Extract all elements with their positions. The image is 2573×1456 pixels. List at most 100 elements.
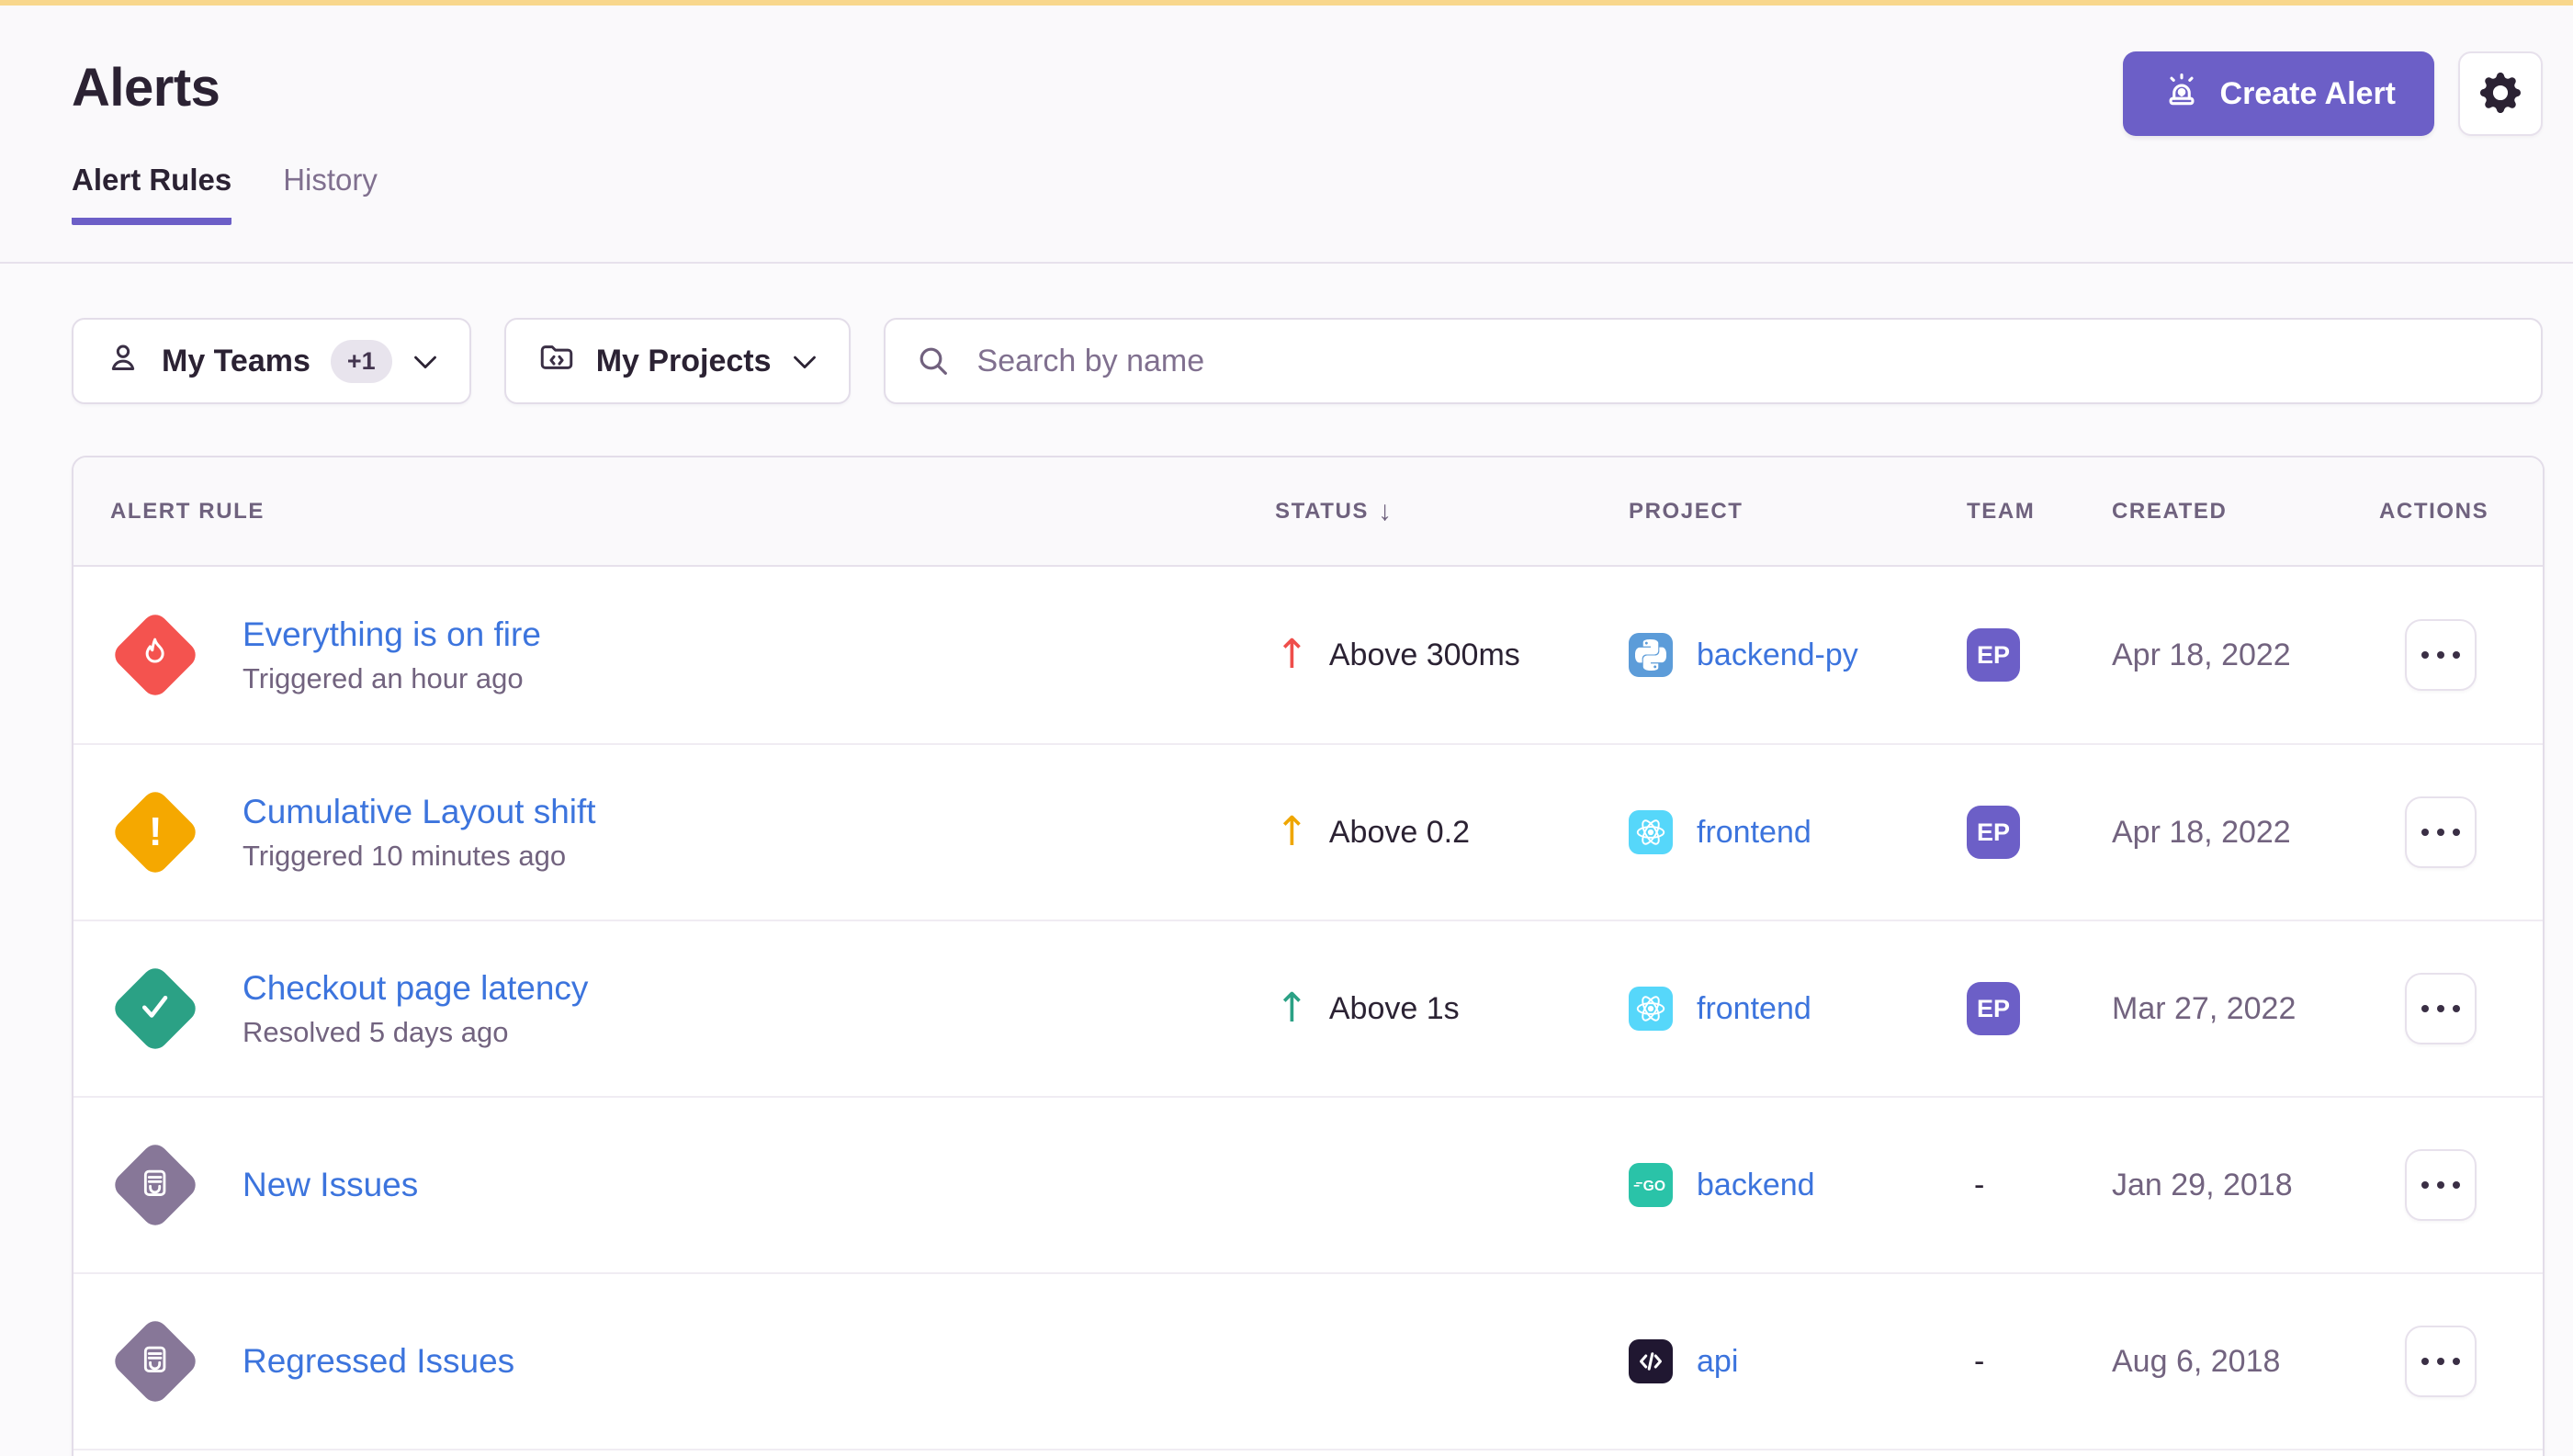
search-field-wrap (884, 318, 2543, 404)
platform-icon: GO (1629, 987, 1673, 1031)
actions-cell (2379, 1326, 2506, 1397)
project-cell: GO api (1629, 1339, 1967, 1383)
project-link[interactable]: frontend (1697, 815, 1811, 851)
column-header-actions: Actions (2379, 499, 2506, 525)
status-text: Above 0.2 (1329, 815, 1470, 851)
alert-rule-link[interactable]: Regressed Issues (243, 1342, 514, 1381)
svg-text:GO: GO (1643, 1179, 1665, 1194)
status-cell: ↑ Above 0.2 (1275, 812, 1629, 852)
alert-rule-link[interactable]: Checkout page latency (243, 969, 588, 1008)
teams-filter-label: My Teams (162, 344, 310, 379)
python-icon (1635, 639, 1666, 671)
column-header-status[interactable]: Status ↓ (1275, 496, 1629, 527)
project-cell: GO frontend (1629, 810, 1967, 854)
row-actions-button[interactable] (2405, 1149, 2477, 1221)
created-date: Apr 18, 2022 (2112, 638, 2379, 673)
page-header: Alerts Create Alert (0, 6, 2573, 264)
alert-rules-table: Alert Rule Status ↓ Project Team Created… (72, 456, 2545, 1456)
react-icon (1634, 816, 1667, 849)
alert-rule-cell: ! New Issues (110, 1140, 1275, 1230)
team-avatar[interactable]: EP (1967, 982, 2020, 1035)
team-cell: - (1967, 1168, 2112, 1203)
project-link[interactable]: frontend (1697, 991, 1811, 1027)
tab-alert-rules[interactable]: Alert Rules (72, 163, 231, 225)
react-icon (1634, 992, 1667, 1025)
tab-history[interactable]: History (283, 163, 378, 225)
chevron-down-icon (792, 344, 818, 379)
alert-type-icon: ! (110, 964, 200, 1054)
ellipsis-icon (2421, 1358, 2429, 1365)
table-header-row: Alert Rule Status ↓ Project Team Created… (73, 457, 2543, 567)
table-body: ! Everything (73, 567, 2543, 1449)
project-link[interactable]: backend (1697, 1168, 1815, 1203)
team-avatar[interactable]: EP (1967, 628, 2020, 682)
alert-rule-detail: Triggered an hour ago (243, 662, 541, 695)
ellipsis-icon (2421, 829, 2429, 836)
table-row: ! Regressed I (73, 1272, 2543, 1449)
table-row: ! New Issues (73, 1096, 2543, 1272)
filter-bar: My Teams +1 My Projects (0, 264, 2573, 404)
alert-rule-cell: ! Cumulative (110, 787, 1275, 877)
row-actions-button[interactable] (2405, 1326, 2477, 1397)
platform-icon: GO (1629, 633, 1673, 677)
issues-icon (138, 1166, 173, 1205)
status-cell: ↑ Above 1s (1275, 988, 1629, 1029)
column-header-alert-rule: Alert Rule (110, 499, 1275, 525)
created-date: Apr 18, 2022 (2112, 815, 2379, 851)
alert-type-icon: ! (110, 610, 200, 700)
alert-rule-link[interactable]: Cumulative Layout shift (243, 793, 596, 831)
alert-rule-link[interactable]: New Issues (243, 1166, 418, 1204)
column-header-project: Project (1629, 499, 1967, 525)
created-date: Jan 29, 2018 (2112, 1168, 2379, 1203)
team-cell: - (1967, 1344, 2112, 1380)
create-alert-button[interactable]: Create Alert (2123, 51, 2434, 136)
threshold-up-icon: ↑ (1275, 812, 1309, 852)
siren-icon (2161, 70, 2202, 119)
platform-icon: GO (1629, 1339, 1673, 1383)
user-icon (105, 339, 141, 384)
projects-filter-dropdown[interactable]: My Projects (504, 318, 851, 404)
alert-rule-cell: ! Checkout pa (110, 964, 1275, 1054)
team-cell: EP (1967, 806, 2112, 859)
alert-rule-text: Cumulative Layout shift Triggered 10 min… (243, 793, 596, 873)
teams-filter-dropdown[interactable]: My Teams +1 (72, 318, 471, 404)
row-actions-button[interactable] (2405, 973, 2477, 1044)
flame-icon (137, 635, 174, 676)
check-icon (136, 988, 175, 1031)
alert-rule-link[interactable]: Everything is on fire (243, 615, 541, 654)
alert-type-icon: ! (110, 787, 200, 877)
chevron-down-icon (412, 344, 438, 379)
alert-rule-cell: ! Regressed I (110, 1316, 1275, 1406)
tab-bar: Alert Rules History (72, 163, 2543, 225)
settings-button[interactable] (2458, 51, 2543, 136)
ellipsis-icon (2421, 1005, 2429, 1012)
actions-cell (2379, 619, 2506, 691)
project-cell: GO backend-py (1629, 633, 1967, 677)
team-empty-dash: - (1967, 1344, 2112, 1380)
actions-cell (2379, 1149, 2506, 1221)
project-link[interactable]: backend-py (1697, 638, 1858, 673)
alert-rule-detail: Resolved 5 days ago (243, 1016, 588, 1049)
search-input[interactable] (884, 318, 2543, 404)
project-cell: GO frontend (1629, 987, 1967, 1031)
row-actions-button[interactable] (2405, 619, 2477, 691)
issues-icon (138, 1342, 173, 1382)
alert-rule-text: Everything is on fire Triggered an hour … (243, 615, 541, 695)
sort-desc-icon: ↓ (1378, 496, 1392, 527)
alert-type-icon: ! (110, 1316, 200, 1406)
code-icon (1634, 1345, 1667, 1378)
alert-rule-text: New Issues (243, 1166, 418, 1204)
code-folder-icon (537, 338, 576, 385)
alert-rule-text: Regressed Issues (243, 1342, 514, 1381)
row-actions-button[interactable] (2405, 796, 2477, 868)
status-text: Above 1s (1329, 991, 1460, 1027)
teams-extra-count-badge: +1 (331, 340, 392, 383)
alert-type-icon: ! (110, 1140, 200, 1230)
platform-icon: GO (1629, 810, 1673, 854)
platform-icon: GO (1629, 1163, 1673, 1207)
team-avatar[interactable]: EP (1967, 806, 2020, 859)
status-text: Above 300ms (1329, 638, 1520, 673)
table-row: ! Everything (73, 567, 2543, 743)
project-link[interactable]: api (1697, 1344, 1738, 1380)
header-actions: Create Alert (2123, 51, 2543, 136)
